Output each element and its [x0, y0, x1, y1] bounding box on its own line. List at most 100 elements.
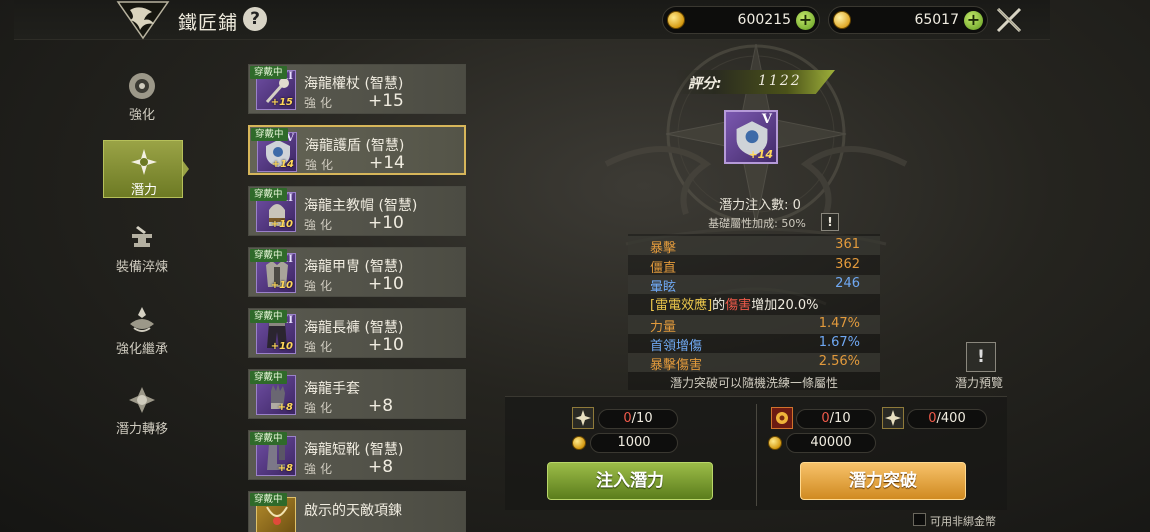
list-item-shield[interactable]: +14 V 穿戴中 海龍護盾 (智慧) 強化 +14: [248, 125, 466, 175]
potential-material-icon: [572, 407, 594, 429]
item-sub-label: 強化: [304, 401, 337, 415]
anvil-icon: [132, 226, 152, 247]
breakthrough-material-icon: [771, 407, 793, 429]
nav-label-enhance: 強化: [128, 108, 155, 123]
nav-label-inherit: 強化繼承: [115, 342, 168, 357]
item-name: 海龍護盾 (智慧): [305, 138, 405, 154]
item-name: 海龍甲冑 (智慧): [304, 259, 404, 275]
equipped-badge: 穿戴中: [250, 310, 287, 323]
diamond-coin-icon: [833, 11, 851, 29]
breakthrough-material1-count: 0/10: [796, 409, 876, 429]
selected-item-plus: +14: [748, 148, 773, 161]
item-sub-label: 強化: [304, 218, 337, 232]
list-item-pants[interactable]: +10 II 穿戴中 海龍長褲 (智慧) 強化 +10: [248, 308, 466, 358]
item-enhance-value: +10: [368, 213, 404, 233]
stat-row: 暴擊 361: [628, 236, 880, 256]
item-name: 海龍短靴 (智慧): [304, 442, 404, 458]
gold-coin-icon: [667, 11, 685, 29]
equipped-badge: 穿戴中: [250, 66, 287, 79]
score-label: 評分:: [688, 76, 722, 92]
potential-icon: [131, 149, 157, 175]
nav-item-enhance[interactable]: 強化: [102, 70, 182, 130]
nav-label-potential: 潛力: [130, 183, 157, 198]
transfer-icon: [129, 387, 155, 413]
item-name: 海龍主教帽 (智慧): [304, 198, 418, 214]
use-unbound-gold-label: 可用非綁金幣: [930, 515, 996, 528]
inject-material-count: 0/10: [598, 409, 678, 429]
equipped-badge: 穿戴中: [250, 188, 287, 201]
item-name: 海龍權杖 (智慧): [304, 76, 404, 92]
stats-panel: 暴擊 361 僵直 362 暈眩 246 [雷電效應]的傷害增加20.0% 力量…: [628, 234, 880, 390]
item-sub-label: 強化: [304, 462, 337, 476]
diamond-amount: 65017: [914, 12, 959, 28]
list-item-necklace[interactable]: 穿戴中 啟示的天敵項鍊: [248, 491, 466, 532]
special-effect-row: [雷電效應]的傷害增加20.0%: [650, 298, 819, 313]
breakthrough-gold-cost: 40000: [786, 433, 876, 453]
item-sub-label: 強化: [304, 96, 337, 110]
potential-breakthrough-button[interactable]: 潛力突破: [800, 462, 966, 500]
nav-item-refine[interactable]: 裝備淬煉: [102, 222, 182, 282]
equipped-badge: 穿戴中: [251, 128, 288, 141]
panel-divider: [756, 404, 757, 506]
nav-label-transfer: 潛力轉移: [115, 422, 168, 437]
nav-label-refine: 裝備淬煉: [115, 260, 168, 275]
list-item-boots[interactable]: +8 穿戴中 海龍短靴 (智慧) 強化 +8: [248, 430, 466, 480]
gold-coin-icon: [572, 436, 586, 450]
equipped-badge: 穿戴中: [250, 249, 287, 262]
equipped-badge: 穿戴中: [250, 371, 287, 384]
base-attribute-bonus: 基礎屬性加成: 50%: [708, 217, 806, 230]
nav-item-transfer[interactable]: 潛力轉移: [102, 384, 182, 444]
score-value: 1122: [758, 73, 802, 89]
stat-row: 僵直 362: [650, 257, 860, 276]
nav-item-inherit[interactable]: 強化繼承: [102, 304, 182, 364]
add-gold-button[interactable]: +: [796, 11, 815, 30]
potential-row: 力量 1.47%: [628, 315, 880, 335]
potential-inject-count: 潛力注入數: 0: [719, 198, 801, 213]
list-item-mitre[interactable]: +10 III 穿戴中 海龍主教帽 (智慧) 強化 +10: [248, 186, 466, 236]
equipment-list[interactable]: +15 III 穿戴中 海龍權杖 (智慧) 強化 +15 +14 V 穿戴中 海…: [248, 60, 470, 532]
inherit-icon: [130, 307, 154, 332]
close-button[interactable]: [994, 5, 1024, 35]
stat-row: 暈眩 246: [628, 275, 880, 295]
nav-item-potential[interactable]: 潛力: [103, 140, 183, 198]
equipped-badge: 穿戴中: [250, 493, 287, 506]
gold-coin-icon: [768, 436, 782, 450]
inject-gold-cost: 1000: [590, 433, 678, 453]
item-enhance-value: +10: [368, 274, 404, 294]
item-sub-label: 強化: [304, 279, 337, 293]
list-item-armor[interactable]: +10 III 穿戴中 海龍甲冑 (智慧) 強化 +10: [248, 247, 466, 297]
potential-note: 潛力突破可以隨機洗練一條屬性: [669, 376, 838, 390]
item-name: 啟示的天敵項鍊: [304, 503, 402, 519]
potential-material-icon: [882, 407, 904, 429]
close-icon: [996, 7, 1022, 33]
selected-item-tier: V: [761, 112, 772, 127]
help-button[interactable]: ?: [243, 7, 267, 31]
potential-preview-button[interactable]: !: [966, 342, 996, 372]
item-name: 海龍手套: [304, 381, 360, 397]
selected-item-icon: V +14: [724, 110, 778, 164]
item-enhance-value: +8: [368, 396, 394, 416]
item-enhance-value: +15: [368, 91, 404, 111]
page-title: 鐵匠鋪: [178, 12, 239, 34]
list-item-scepter[interactable]: +15 III 穿戴中 海龍權杖 (智慧) 強化 +15: [248, 64, 466, 114]
use-unbound-gold-checkbox[interactable]: [913, 513, 926, 526]
equipped-badge: 穿戴中: [250, 432, 287, 445]
enhance-icon: [129, 73, 155, 99]
breakthrough-material2-count: 0/400: [907, 409, 987, 429]
diamond-currency: 65017 +: [828, 6, 988, 34]
item-enhance-value: +10: [368, 335, 404, 355]
item-sub-label: 強化: [304, 340, 337, 354]
gold-amount: 600215: [737, 12, 791, 28]
blacksmith-emblem-icon: [116, 0, 170, 40]
item-enhance-value: +8: [368, 457, 394, 477]
item-sub-label: 強化: [305, 158, 338, 172]
inject-potential-button[interactable]: 注入潛力: [547, 462, 713, 500]
add-diamond-button[interactable]: +: [964, 11, 983, 30]
potential-row: 暴擊傷害 2.56%: [628, 353, 880, 373]
list-item-gloves[interactable]: +8 穿戴中 海龍手套 強化 +8: [248, 369, 466, 419]
item-enhance-value: +14: [369, 153, 405, 173]
potential-preview-label: 潛力預覽: [955, 376, 1004, 390]
nav-active-arrow: [183, 161, 189, 177]
potential-row: 首領增傷 1.67%: [650, 335, 860, 354]
info-button[interactable]: !: [821, 213, 839, 231]
